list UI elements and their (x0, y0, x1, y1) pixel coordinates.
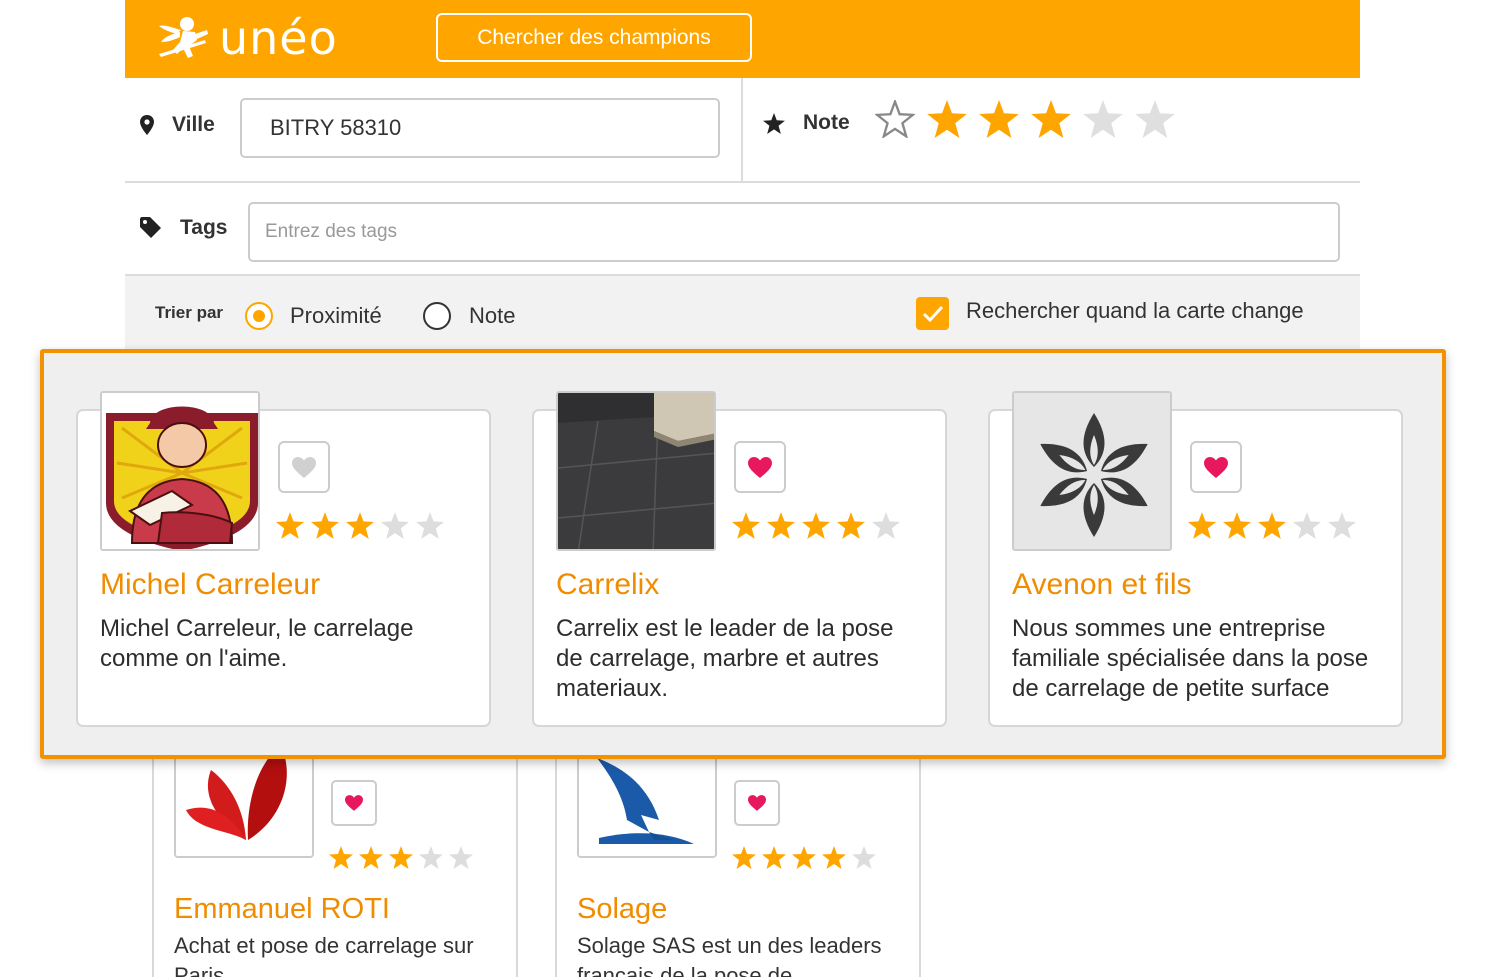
note-label: Note (763, 106, 850, 140)
tags-label-text: Tags (180, 216, 228, 239)
favorite-button[interactable] (1190, 441, 1242, 493)
company-photo-tile-floor (556, 391, 716, 551)
star-empty-icon (1293, 512, 1321, 539)
note-label-text: Note (803, 111, 850, 134)
sort-label: Trier par (155, 303, 224, 322)
card-description: Achat et pose de carrelage sur Paris (174, 933, 474, 977)
star-filled-icon[interactable] (979, 100, 1019, 138)
rating-filter-stars[interactable] (875, 100, 1175, 138)
uneo-logo[interactable]: unéo (155, 8, 338, 68)
sort-row: Trier par Proximité Note Rechercher quan… (125, 276, 1360, 356)
card-rating-stars (732, 512, 900, 539)
star-filled-icon (767, 512, 795, 539)
highlighted-results-panel: Michel Carreleur Michel Carreleur, le ca… (40, 349, 1446, 759)
map-search-label[interactable]: Rechercher quand la carte change (966, 298, 1304, 324)
favorite-button[interactable] (278, 441, 330, 493)
cupid-logo-icon (159, 17, 208, 58)
star-filled-icon (792, 846, 816, 869)
card-title[interactable]: Emmanuel ROTI (174, 893, 390, 926)
star-filled-icon (732, 512, 760, 539)
star-empty-icon (381, 512, 409, 539)
result-card[interactable]: Avenon et fils Nous sommes une entrepris… (988, 391, 1403, 727)
sort-note-radio[interactable] (423, 302, 451, 330)
card-title[interactable]: Carrelix (556, 568, 659, 602)
heart-icon (1204, 456, 1228, 478)
tags-filter-row: Tags (125, 183, 1360, 276)
logo-text: unéo (219, 11, 338, 65)
star-filled-icon (1223, 512, 1251, 539)
star-empty-icon (872, 512, 900, 539)
star-filled-icon (802, 512, 830, 539)
favorite-button[interactable] (734, 441, 786, 493)
favorite-button[interactable] (331, 780, 377, 826)
star-empty-icon (852, 846, 876, 869)
checkmark-icon (922, 305, 943, 322)
search-champions-button[interactable]: Chercher des champions (436, 13, 752, 62)
card-description: Michel Carreleur, le carrelage comme on … (100, 615, 414, 672)
vertical-divider (741, 78, 743, 182)
star-filled-icon (311, 512, 339, 539)
ville-label: Ville (140, 108, 215, 142)
star-filled-icon (762, 846, 786, 869)
card-description: Solage SAS est un des leaders français d… (577, 933, 882, 977)
star-filled-icon (329, 846, 353, 869)
card-rating-stars (1188, 512, 1356, 539)
sort-proximite-label[interactable]: Proximité (290, 303, 382, 329)
star-empty-icon (419, 846, 443, 869)
heart-outline-icon (292, 456, 316, 478)
company-logo-flower (1012, 391, 1172, 551)
star-empty-icon (449, 846, 473, 869)
star-filled-icon (837, 512, 865, 539)
result-card[interactable]: Michel Carreleur Michel Carreleur, le ca… (76, 391, 491, 727)
card-description: Nous sommes une entreprise familiale spé… (1012, 615, 1369, 702)
result-card[interactable]: Carrelix Carrelix est le leader de la po… (532, 391, 947, 727)
star-filled-icon (732, 846, 756, 869)
tags-input[interactable] (248, 202, 1340, 262)
card-description: Carrelix est le leader de la pose de car… (556, 615, 894, 702)
star-filled-icon[interactable] (1031, 100, 1071, 138)
location-rating-filter-row: Ville Note (125, 78, 1360, 183)
star-filled-icon (1258, 512, 1286, 539)
card-title[interactable]: Michel Carreleur (100, 568, 320, 602)
favorite-button[interactable] (734, 780, 780, 826)
card-rating-stars (276, 512, 444, 539)
card-title[interactable]: Solage (577, 893, 667, 926)
card-rating-stars (329, 846, 473, 869)
map-pin-icon (140, 115, 154, 135)
star-filled-icon[interactable] (927, 100, 967, 138)
company-logo-tiler-worker (100, 391, 260, 551)
star-empty-icon (416, 512, 444, 539)
star-filled-icon (822, 846, 846, 869)
card-rating-stars (732, 846, 876, 869)
star-empty-icon (1328, 512, 1356, 539)
sort-proximite-radio[interactable] (245, 302, 273, 330)
star-filled-icon (389, 846, 413, 869)
ville-label-text: Ville (172, 113, 215, 136)
star-empty-icon[interactable] (1083, 100, 1123, 138)
star-icon (763, 112, 785, 134)
header-bar: unéo Chercher des champions (125, 0, 1360, 78)
tags-label: Tags (140, 211, 227, 245)
star-filled-icon (359, 846, 383, 869)
star-filled-icon (276, 512, 304, 539)
map-search-checkbox[interactable] (916, 297, 949, 330)
card-title[interactable]: Avenon et fils (1012, 568, 1192, 602)
ville-input[interactable] (240, 98, 720, 158)
tag-icon (140, 217, 162, 239)
star-empty-icon[interactable] (1135, 100, 1175, 138)
heart-icon (748, 795, 766, 811)
heart-icon (748, 456, 772, 478)
sort-note-label[interactable]: Note (469, 303, 515, 329)
heart-icon (345, 795, 363, 811)
star-filled-icon (346, 512, 374, 539)
star-outline-icon[interactable] (875, 100, 915, 138)
star-filled-icon (1188, 512, 1216, 539)
